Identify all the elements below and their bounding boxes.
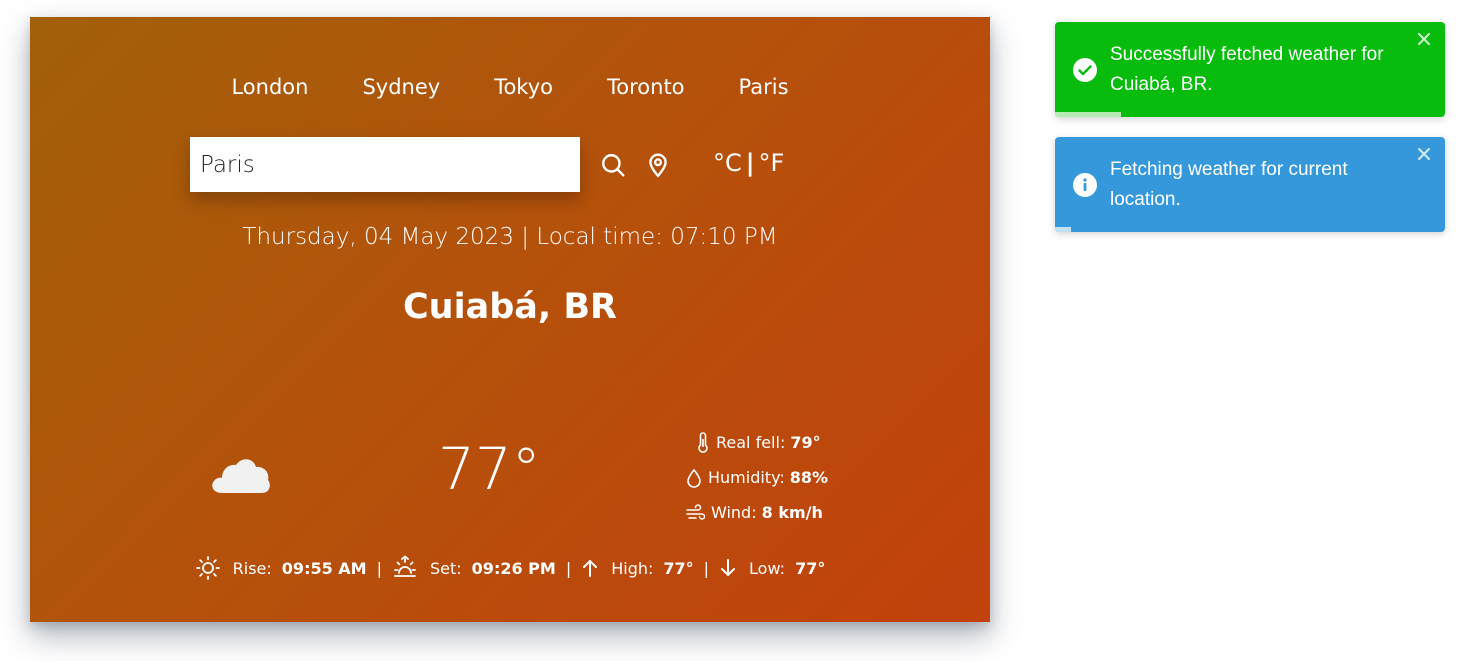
city-buttons: London Sydney Tokyo Toronto Paris — [30, 75, 990, 99]
wind-value: 8 km/h — [761, 503, 823, 522]
separator: | — [703, 558, 710, 578]
unit-separator: | — [745, 149, 755, 177]
weather-details: Real fell: 79° Humidity: 88% Wind: 8 km/h — [680, 425, 828, 530]
close-icon[interactable] — [1415, 145, 1433, 163]
toast-message: Successfully fetched weather for Cuiabá,… — [1110, 44, 1384, 95]
high-label: High: — [611, 558, 654, 578]
wind-label: Wind: — [711, 503, 757, 522]
thermometer-icon — [698, 431, 708, 453]
low-value: 77° — [795, 558, 826, 578]
city-button-toronto[interactable]: Toronto — [607, 75, 685, 99]
humidity-row: Humidity: 88% — [680, 460, 828, 495]
sun-icon — [195, 556, 220, 580]
weather-card: London Sydney Tokyo Toronto Paris °C|°F … — [30, 17, 990, 622]
sunrise-label: Rise: — [232, 558, 272, 578]
arrow-down-icon — [721, 559, 736, 577]
city-button-london[interactable]: London — [231, 75, 308, 99]
celsius-button[interactable]: °C — [713, 149, 742, 177]
separator: | — [376, 558, 382, 578]
location-title: Cuiabá, BR — [403, 287, 617, 327]
real-feel-row: Real fell: 79° — [680, 425, 828, 460]
city-button-paris[interactable]: Paris — [739, 75, 789, 99]
search-row: °C|°F — [190, 137, 830, 192]
sunrise-item: Rise: 09:55 AM — [195, 555, 367, 581]
city-button-sydney[interactable]: Sydney — [362, 75, 440, 99]
sunrise-value: 09:55 AM — [281, 558, 367, 578]
fahrenheit-button[interactable]: °F — [759, 149, 785, 177]
separator: | — [565, 558, 572, 578]
high-item: High: 77° — [581, 558, 694, 578]
sunset-value: 09:26 PM — [471, 558, 556, 578]
humidity-value: 88% — [789, 468, 829, 487]
search-input[interactable] — [190, 137, 580, 192]
cloud-icon — [212, 459, 270, 493]
high-value: 77° — [663, 558, 694, 578]
search-icon[interactable] — [600, 152, 626, 178]
toast-info[interactable]: Fetching weather for current location. — [1055, 137, 1445, 232]
info-circle-icon — [1073, 173, 1097, 197]
droplet-icon — [687, 468, 701, 488]
toast-progress-bar — [1055, 112, 1122, 117]
sunset-item: Set: 09:26 PM — [392, 555, 556, 581]
city-button-tokyo[interactable]: Tokyo — [494, 75, 553, 99]
toast-progress-bar — [1055, 227, 1071, 232]
close-icon[interactable] — [1415, 30, 1433, 48]
sun-and-range-row: Rise: 09:55 AM | Set: 09:26 PM | High: 77° … — [30, 555, 990, 581]
real-feel-label: Real fell: — [716, 433, 786, 452]
unit-toggle: °C | °F — [713, 149, 784, 177]
arrow-up-icon — [583, 559, 598, 577]
low-item: Low: 77° — [719, 558, 825, 578]
current-temperature: 77° — [438, 435, 541, 503]
check-circle-icon — [1073, 58, 1097, 82]
location-pin-icon[interactable] — [645, 152, 671, 178]
wind-icon — [686, 503, 705, 520]
wind-row: Wind: 8 km/h — [680, 495, 828, 530]
toast-message: Fetching weather for current location. — [1110, 159, 1348, 210]
low-label: Low: — [749, 558, 786, 578]
toast-success[interactable]: Successfully fetched weather for Cuiabá,… — [1055, 22, 1445, 117]
real-feel-value: 79° — [790, 433, 821, 452]
sunset-label: Set: — [430, 558, 462, 578]
local-datetime: Thursday, 04 May 2023 | Local time: 07:1… — [242, 224, 778, 250]
sunset-icon — [394, 555, 416, 577]
humidity-label: Humidity: — [708, 468, 785, 487]
